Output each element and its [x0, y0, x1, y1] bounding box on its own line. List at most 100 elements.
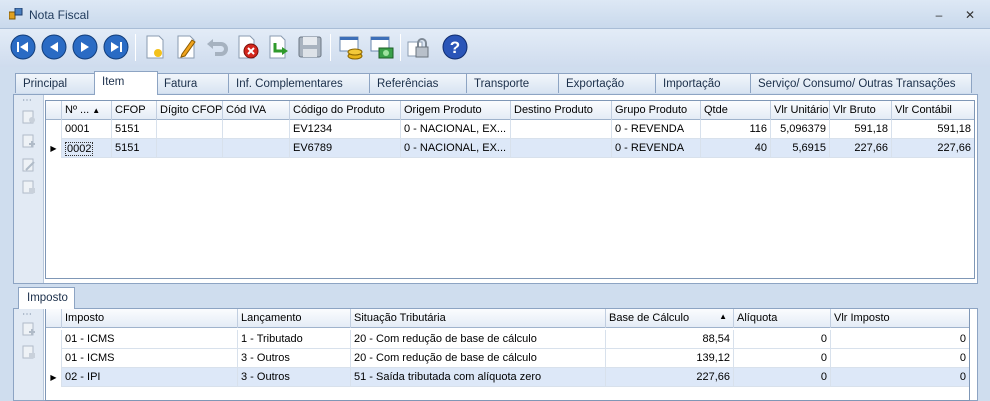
cell-qtde[interactable]: 40: [701, 139, 771, 158]
tab-inf-complementares[interactable]: Inf. Complementares: [228, 73, 370, 93]
column-header-grupo-produto[interactable]: Grupo Produto: [612, 101, 701, 120]
cell-grupo-produto[interactable]: 0 - REVENDA: [612, 120, 701, 139]
cell-vlr-bruto[interactable]: 591,18: [830, 120, 892, 139]
tab-item[interactable]: Item: [94, 71, 158, 95]
row-indicator[interactable]: [46, 349, 62, 368]
column-header-aliquota[interactable]: Alíquota: [734, 309, 831, 328]
column-header-imposto[interactable]: Imposto: [62, 309, 238, 328]
add-tax-row-icon[interactable]: [22, 322, 36, 336]
column-header-origem-produto[interactable]: Origem Produto: [401, 101, 511, 120]
cell-imposto[interactable]: 01 - ICMS: [62, 349, 238, 368]
row-indicator[interactable]: [46, 120, 62, 139]
next-record-button[interactable]: [71, 33, 99, 61]
lock-button[interactable]: [404, 33, 432, 61]
settings-icon[interactable]: [22, 110, 36, 124]
cell-grupo-produto[interactable]: 0 - REVENDA: [612, 139, 701, 158]
minimize-button[interactable]: –: [928, 6, 950, 24]
table-row[interactable]: 0001 5151 EV1234 0 - NACIONAL, EX... 0 -…: [46, 120, 974, 139]
cell-situacao-tributaria[interactable]: 51 - Saída tributada com alíquota zero: [351, 368, 606, 387]
money-report-button[interactable]: [368, 33, 396, 61]
save-arrow-button[interactable]: [265, 33, 293, 61]
column-header-destino-produto[interactable]: Destino Produto: [511, 101, 612, 120]
cell-codigo-produto[interactable]: EV1234: [290, 120, 401, 139]
column-header-digito-cfop[interactable]: Dígito CFOP: [157, 101, 223, 120]
cell-cfop[interactable]: 5151: [112, 139, 157, 158]
add-row-icon[interactable]: [22, 134, 36, 148]
cell-cod-iva[interactable]: [223, 120, 290, 139]
table-row[interactable]: 01 - ICMS 3 - Outros 20 - Com redução de…: [46, 349, 969, 368]
cell-vlr-contabil[interactable]: 591,18: [892, 120, 974, 139]
row-indicator[interactable]: [46, 330, 62, 349]
cell-lancamento[interactable]: 1 - Tributado: [238, 330, 351, 349]
cell-vlr-unitario[interactable]: 5,6915: [771, 139, 830, 158]
focused-cell-value[interactable]: 0002: [65, 142, 94, 156]
tab-exportacao[interactable]: Exportação: [558, 73, 656, 93]
cell-aliquota[interactable]: 0: [734, 349, 831, 368]
current-row-indicator-icon[interactable]: ▶: [46, 139, 62, 158]
tab-referencias[interactable]: Referências: [369, 73, 467, 93]
coins-report-button[interactable]: [337, 33, 365, 61]
tab-transporte[interactable]: Transporte: [466, 73, 559, 93]
delete-record-button[interactable]: [234, 33, 262, 61]
cell-numero[interactable]: 0002: [62, 139, 112, 158]
table-row[interactable]: 01 - ICMS 1 - Tributado 20 - Com redução…: [46, 330, 969, 349]
column-header-cfop[interactable]: CFOP: [112, 101, 157, 120]
undo-button[interactable]: [203, 33, 231, 61]
delete-tax-row-icon[interactable]: [22, 345, 36, 359]
tab-fatura[interactable]: Fatura: [156, 73, 229, 93]
previous-record-button[interactable]: [40, 33, 68, 61]
help-button[interactable]: ?: [441, 33, 469, 61]
delete-row-icon[interactable]: [22, 180, 36, 194]
cell-vlr-bruto[interactable]: 227,66: [830, 139, 892, 158]
tab-imposto[interactable]: Imposto: [18, 287, 75, 309]
cell-situacao-tributaria[interactable]: 20 - Com redução de base de cálculo: [351, 330, 606, 349]
first-record-button[interactable]: [9, 33, 37, 61]
column-header-numero[interactable]: Nº ... ▲: [62, 101, 112, 120]
cell-destino-produto[interactable]: [511, 139, 612, 158]
cell-base-calculo[interactable]: 227,66: [606, 368, 734, 387]
cell-cod-iva[interactable]: [223, 139, 290, 158]
new-record-button[interactable]: [141, 33, 169, 61]
cell-origem-produto[interactable]: 0 - NACIONAL, EX...: [401, 139, 511, 158]
column-header-cod-iva[interactable]: Cód IVA: [223, 101, 290, 120]
column-header-qtde[interactable]: Qtde: [701, 101, 771, 120]
cell-origem-produto[interactable]: 0 - NACIONAL, EX...: [401, 120, 511, 139]
cell-vlr-imposto[interactable]: 0: [831, 349, 969, 368]
tab-servico-consumo[interactable]: Serviço/ Consumo/ Outras Transações: [750, 73, 972, 93]
column-header-vlr-contabil[interactable]: Vlr Contábil: [892, 101, 974, 120]
cell-codigo-produto[interactable]: EV6789: [290, 139, 401, 158]
save-button[interactable]: [296, 33, 324, 61]
cell-imposto[interactable]: 02 - IPI: [62, 368, 238, 387]
edit-row-icon[interactable]: [22, 158, 36, 172]
cell-numero[interactable]: 0001: [62, 120, 112, 139]
cell-imposto[interactable]: 01 - ICMS: [62, 330, 238, 349]
column-header-situacao-tributaria[interactable]: Situação Tributária: [351, 309, 606, 328]
cell-aliquota[interactable]: 0: [734, 330, 831, 349]
cell-cfop[interactable]: 5151: [112, 120, 157, 139]
cell-aliquota[interactable]: 0: [734, 368, 831, 387]
cell-lancamento[interactable]: 3 - Outros: [238, 349, 351, 368]
cell-destino-produto[interactable]: [511, 120, 612, 139]
last-record-button[interactable]: [102, 33, 130, 61]
table-row-selected[interactable]: ▶ 0002 5151 EV6789 0 - NACIONAL, EX... 0…: [46, 139, 974, 158]
cell-vlr-imposto[interactable]: 0: [831, 330, 969, 349]
close-button[interactable]: ✕: [959, 6, 981, 24]
cell-vlr-unitario[interactable]: 5,096379: [771, 120, 830, 139]
column-header-lancamento[interactable]: Lançamento: [238, 309, 351, 328]
column-header-vlr-bruto[interactable]: Vlr Bruto: [830, 101, 892, 120]
cell-base-calculo[interactable]: 139,12: [606, 349, 734, 368]
current-row-indicator-icon[interactable]: ▶: [46, 368, 62, 387]
cell-qtde[interactable]: 116: [701, 120, 771, 139]
table-row-selected[interactable]: ▶ 02 - IPI 3 - Outros 51 - Saída tributa…: [46, 368, 969, 387]
column-header-codigo-produto[interactable]: Código do Produto: [290, 101, 401, 120]
column-header-vlr-unitario[interactable]: Vlr Unitário: [771, 101, 830, 120]
column-header-vlr-imposto[interactable]: Vlr Imposto: [831, 309, 969, 328]
cell-vlr-contabil[interactable]: 227,66: [892, 139, 974, 158]
edit-record-button[interactable]: [172, 33, 200, 61]
cell-digito-cfop[interactable]: [157, 120, 223, 139]
column-header-base-calculo[interactable]: Base de Cálculo ▲: [606, 309, 734, 328]
cell-digito-cfop[interactable]: [157, 139, 223, 158]
cell-lancamento[interactable]: 3 - Outros: [238, 368, 351, 387]
cell-base-calculo[interactable]: 88,54: [606, 330, 734, 349]
cell-vlr-imposto[interactable]: 0: [831, 368, 969, 387]
